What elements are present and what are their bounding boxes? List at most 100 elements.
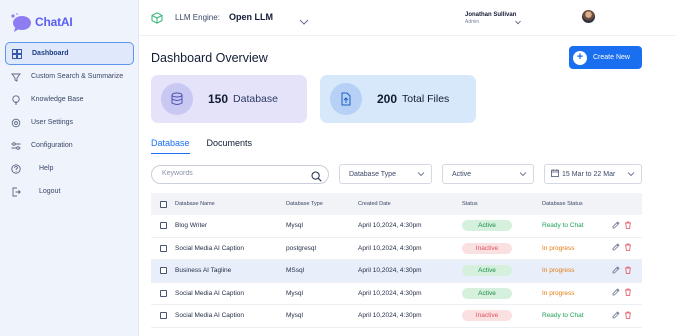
database-name: Social Media AI Caption: [175, 289, 245, 297]
top-bar: LLM Engine: Open LLM: [139, 0, 676, 36]
stat-card-total-files: 200 Total Files: [320, 75, 476, 123]
search-summarize-icon: [11, 72, 21, 82]
gear-icon: [11, 118, 21, 128]
database-type: Mysql: [286, 289, 303, 297]
files-icon: [330, 83, 362, 115]
edit-icon[interactable]: [612, 266, 620, 276]
help-icon: [11, 163, 21, 174]
column-header[interactable]: Database Name: [175, 201, 286, 207]
table-body: Blog Writer Mysql April 10,2024, 4:30pm Act…: [151, 215, 642, 328]
dropdown-value: Active: [452, 170, 472, 178]
chevron-down-icon[interactable]: [515, 12, 521, 30]
created-date: April 10,2024, 4:30pm: [358, 312, 422, 320]
tab-bar: Database Documents: [151, 138, 269, 154]
delete-icon[interactable]: [624, 243, 632, 253]
table-row[interactable]: Social Media AI Caption Mysql April 10,202…: [151, 283, 642, 305]
page-title: Dashboard Overview: [151, 51, 268, 65]
table-row[interactable]: Blog Writer Mysql April 10,2024, 4:30pm Act…: [151, 215, 642, 238]
sidebar-item-logout[interactable]: Logout: [5, 180, 134, 203]
table-row[interactable]: Social Media AI Caption Mysql April 10,202…: [151, 305, 642, 328]
chevron-down-icon: [627, 171, 635, 179]
status-badge: Inactive: [462, 310, 512, 322]
status-cell: Active: [462, 287, 542, 299]
delete-icon[interactable]: [624, 221, 632, 231]
row-checkbox[interactable]: [159, 289, 167, 297]
delete-icon[interactable]: [624, 266, 632, 276]
sidebar-item-configuration[interactable]: Configuration: [5, 134, 134, 157]
stat-label: Total Files: [402, 93, 450, 105]
row-checkbox[interactable]: [159, 312, 167, 320]
sliders-icon: [11, 141, 21, 151]
calendar-icon: [551, 169, 559, 179]
chevron-down-icon[interactable]: [299, 13, 309, 31]
table-row[interactable]: Social Media AI Caption postgresql April 1…: [151, 238, 642, 260]
stat-value: 200: [377, 92, 398, 106]
select-all-checkbox[interactable]: [159, 200, 167, 208]
table-row[interactable]: Business AI Tagline MSsql April 10,2024, 4…: [151, 260, 642, 283]
database-status: Ready to Chat: [542, 312, 584, 320]
sidebar-item-label: Help: [39, 165, 54, 172]
column-header[interactable]: Database Type: [286, 201, 358, 207]
user-name[interactable]: Jonathan Sullivan: [465, 12, 516, 18]
row-select-cell: [151, 267, 175, 275]
database-type-dropdown[interactable]: Database Type: [339, 164, 432, 184]
lightbulb-icon: [11, 94, 21, 105]
create-new-button[interactable]: + Create New: [569, 46, 642, 69]
edit-icon[interactable]: [612, 221, 620, 231]
chevron-down-icon: [417, 171, 425, 179]
row-actions: [612, 221, 642, 231]
status-cell: Inactive: [462, 242, 542, 254]
database-name: Business AI Tagline: [175, 267, 232, 275]
edit-icon[interactable]: [612, 243, 620, 253]
table-header: Database Name Database Type Created Date…: [151, 193, 642, 215]
tab-documents[interactable]: Documents: [207, 138, 253, 154]
date-range-dropdown[interactable]: 15 Mar to 22 Mar: [544, 164, 642, 184]
column-header[interactable]: Status: [462, 201, 542, 207]
status-badge: Inactive: [462, 242, 512, 254]
database-name: Blog Writer: [175, 222, 208, 230]
tab-database[interactable]: Database: [151, 138, 190, 154]
search-input[interactable]: [162, 170, 302, 177]
sidebar-item-dashboard[interactable]: Dashboard: [5, 42, 134, 65]
sidebar-item-custom-search[interactable]: Custom Search & Summarize: [5, 65, 134, 88]
database-icon: [161, 83, 193, 115]
row-checkbox[interactable]: [159, 222, 167, 230]
delete-icon[interactable]: [624, 311, 632, 321]
llm-engine-select[interactable]: Open LLM: [229, 12, 273, 22]
row-select-cell: [151, 312, 175, 320]
sidebar-item-label: Configuration: [31, 142, 73, 149]
edit-icon[interactable]: [612, 311, 620, 321]
sidebar-item-label: Knowledge Base: [31, 96, 84, 103]
stat-value: 150: [208, 92, 229, 106]
sidebar-item-label: Dashboard: [32, 50, 69, 57]
sidebar-item-user-settings[interactable]: User Settings: [5, 111, 134, 134]
create-new-label: Create New: [593, 54, 630, 61]
sidebar-item-knowledge-base[interactable]: Knowledge Base: [5, 88, 134, 111]
chat-bubble-logo-icon: [10, 11, 32, 33]
app-logo[interactable]: ChatAI: [10, 10, 73, 34]
user-role: Admin: [465, 19, 480, 25]
status-dropdown[interactable]: Active: [442, 164, 534, 184]
search-icon[interactable]: [311, 169, 322, 187]
database-status: In progress: [542, 267, 575, 275]
sidebar-item-help[interactable]: Help: [5, 157, 134, 180]
delete-icon[interactable]: [624, 288, 632, 298]
created-date: April 10,2024, 4:30pm: [358, 267, 422, 275]
chevron-down-icon: [519, 171, 527, 179]
row-actions: [612, 288, 642, 298]
logo-text: ChatAI: [35, 15, 73, 29]
column-header[interactable]: Created Date: [358, 201, 462, 207]
row-select-cell: [151, 289, 175, 297]
row-checkbox[interactable]: [159, 244, 167, 252]
database-name: Social Media AI Caption: [175, 244, 245, 252]
stat-label: Database: [233, 93, 278, 105]
edit-icon[interactable]: [612, 288, 620, 298]
row-select-cell: [151, 244, 175, 252]
row-checkbox[interactable]: [159, 267, 167, 275]
logout-icon: [11, 187, 21, 197]
search-box: [151, 165, 329, 184]
avatar[interactable]: [582, 10, 595, 23]
column-header[interactable]: Database Status: [542, 201, 612, 207]
row-select-cell: [151, 222, 175, 230]
row-actions: [612, 243, 642, 253]
